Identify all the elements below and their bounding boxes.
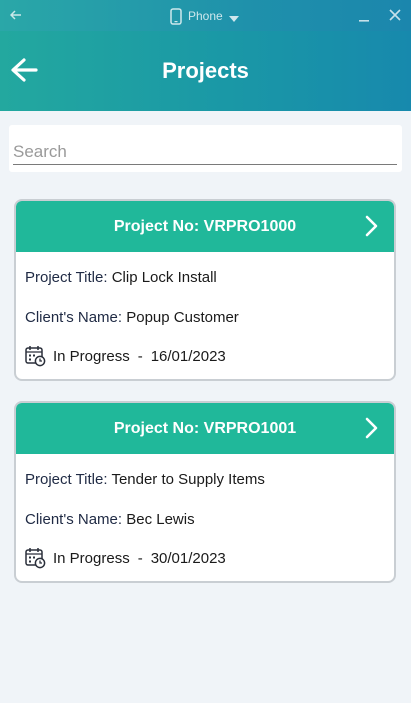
phone-icon [170, 7, 182, 25]
project-title-value: Tender to Supply Items [111, 471, 265, 488]
project-title-label: Project Title: [25, 269, 108, 286]
status-text: In Progress [53, 347, 130, 365]
chevron-right-icon[interactable] [364, 215, 378, 237]
chevron-right-icon[interactable] [364, 417, 378, 439]
project-number: Project No: VRPRO1001 [113, 419, 297, 437]
minimize-icon[interactable] [358, 10, 370, 22]
emulator-title-bar: Phone [0, 0, 411, 31]
calendar-clock-icon [25, 547, 46, 569]
project-title-row: Project Title: Clip Lock Install [25, 269, 217, 286]
page-title: Projects [162, 58, 249, 83]
client-name-value: Popup Customer [126, 309, 239, 326]
device-selector[interactable]: Phone [170, 6, 239, 26]
project-date: 30/01/2023 [150, 549, 226, 567]
client-name-label: Client's Name: [25, 309, 123, 326]
separator: - [137, 549, 143, 567]
project-card[interactable]: Project No: VRPRO1001 Project Title: Ten… [14, 401, 396, 583]
app-header: Projects [0, 31, 411, 111]
project-title-label: Project Title: [25, 471, 108, 488]
device-label: Phone [188, 9, 223, 23]
search-container [9, 125, 402, 172]
calendar-clock-icon [25, 345, 46, 367]
client-name-row: Client's Name: Popup Customer [25, 309, 239, 326]
project-card[interactable]: Project No: VRPRO1000 Project Title: Cli… [14, 199, 396, 381]
project-card-header[interactable]: Project No: VRPRO1000 [16, 201, 394, 252]
project-number: Project No: VRPRO1000 [113, 217, 297, 235]
project-title-value: Clip Lock Install [111, 269, 217, 286]
status-row: In Progress - 30/01/2023 [25, 547, 226, 569]
status-row: In Progress - 16/01/2023 [25, 345, 226, 367]
search-input[interactable] [13, 139, 397, 165]
project-date: 16/01/2023 [150, 347, 226, 365]
client-name-row: Client's Name: Bec Lewis [25, 511, 195, 528]
project-card-header[interactable]: Project No: VRPRO1001 [16, 403, 394, 454]
status-text: In Progress [53, 549, 130, 567]
project-title-row: Project Title: Tender to Supply Items [25, 471, 265, 488]
back-arrow-icon[interactable] [8, 7, 24, 23]
close-icon[interactable] [388, 8, 402, 22]
separator: - [137, 347, 143, 365]
client-name-label: Client's Name: [25, 511, 123, 528]
client-name-value: Bec Lewis [126, 511, 195, 528]
caret-down-icon [228, 12, 239, 22]
